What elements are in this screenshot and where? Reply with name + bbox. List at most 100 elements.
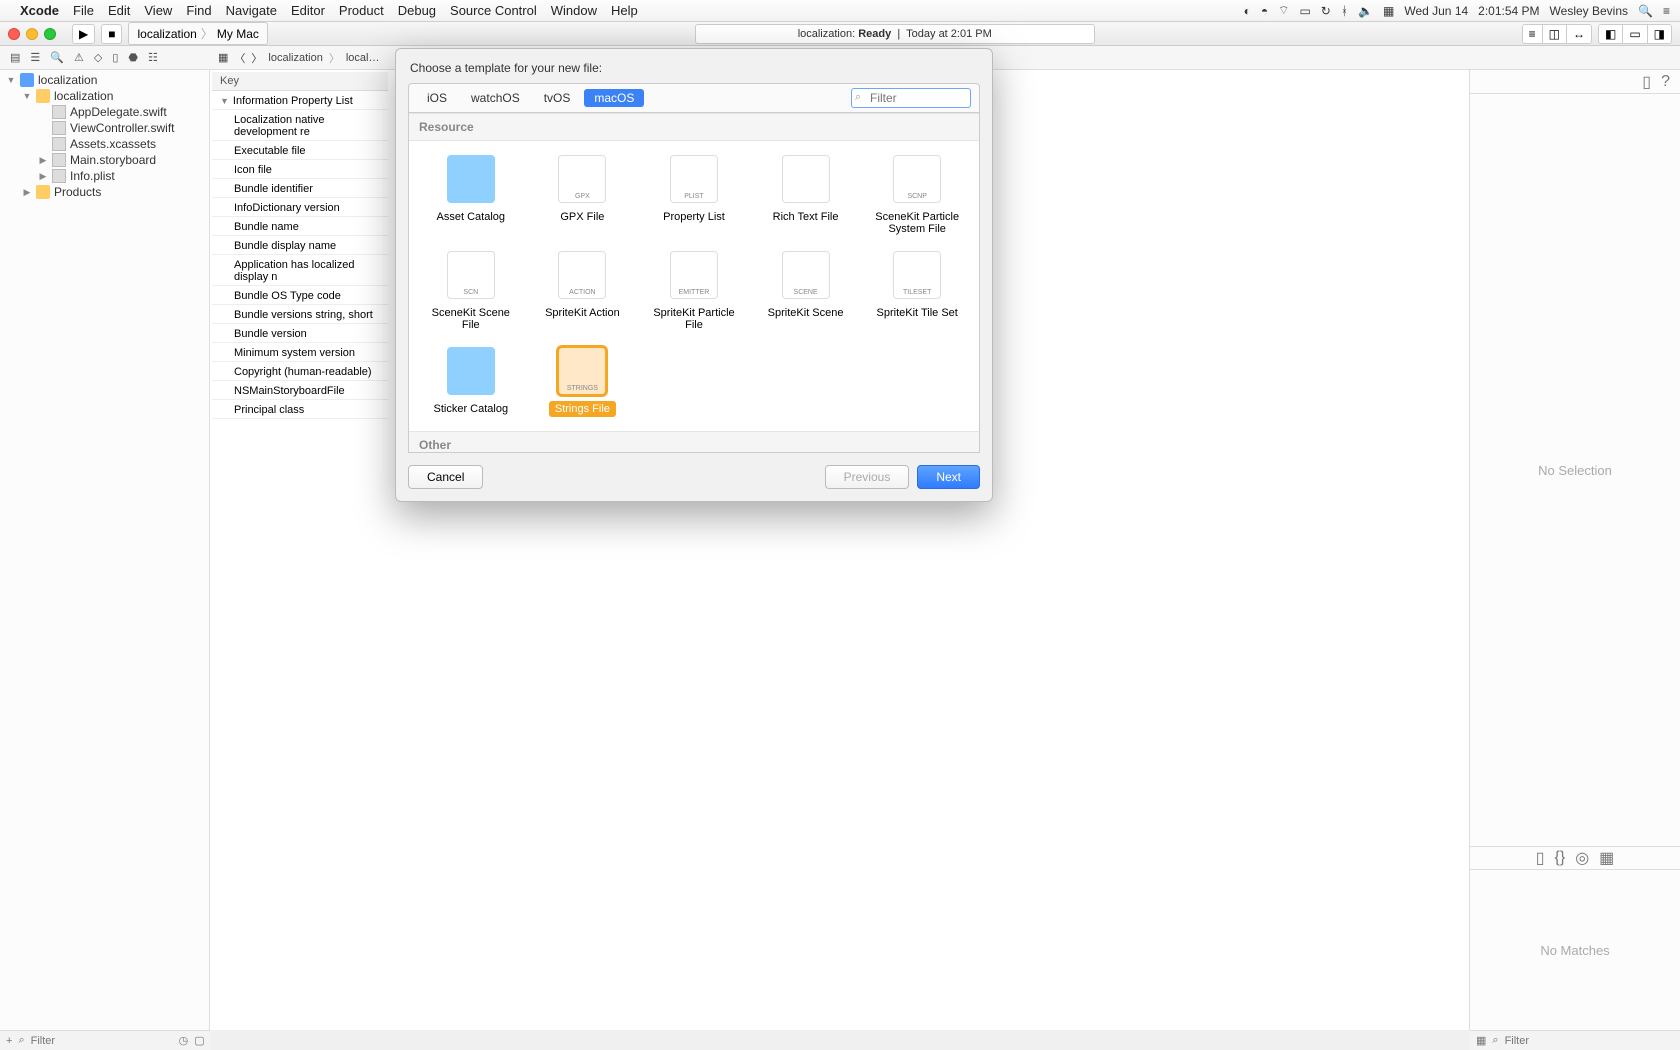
panel-toggle-segmented[interactable]: ◧▭◨ bbox=[1598, 24, 1672, 44]
menu-navigate[interactable]: Navigate bbox=[226, 3, 277, 18]
menubar-time[interactable]: 2:01:54 PM bbox=[1478, 4, 1539, 18]
plist-row[interactable]: Bundle version bbox=[212, 326, 388, 343]
editor-jump-bar[interactable]: ▦ 〈 〉 localization 〉 local… bbox=[210, 50, 379, 66]
crumb-1[interactable]: local… bbox=[346, 52, 380, 64]
menu-edit[interactable]: Edit bbox=[108, 3, 130, 18]
library-code-icon[interactable]: {} bbox=[1555, 849, 1566, 867]
template-tile[interactable]: SCNPSceneKit Particle System File bbox=[861, 151, 973, 241]
plist-row[interactable]: Copyright (human-readable) bbox=[212, 364, 388, 381]
sidebar-item[interactable]: ▶Main.storyboard bbox=[0, 152, 209, 168]
menu-find[interactable]: Find bbox=[186, 3, 211, 18]
cancel-button[interactable]: Cancel bbox=[408, 465, 483, 489]
screens-icon[interactable]: ▭ bbox=[1299, 4, 1310, 18]
file-inspector-icon[interactable]: ▯ bbox=[1642, 72, 1651, 92]
app-name[interactable]: Xcode bbox=[20, 3, 59, 18]
template-tile[interactable]: PLISTProperty List bbox=[638, 151, 750, 241]
library-filter-input[interactable] bbox=[1505, 1035, 1674, 1047]
run-button[interactable]: ▶ bbox=[72, 24, 95, 44]
menu-window[interactable]: Window bbox=[551, 3, 597, 18]
plist-root[interactable]: Information Property List bbox=[233, 95, 353, 107]
platform-tab-ios[interactable]: iOS bbox=[417, 89, 457, 107]
timemachine-icon[interactable]: ↻ bbox=[1321, 4, 1331, 18]
template-tile[interactable]: Sticker Catalog bbox=[415, 343, 527, 421]
sidebar-item[interactable]: ▼localization bbox=[0, 88, 209, 104]
template-tile[interactable]: ACTIONSpriteKit Action bbox=[527, 247, 639, 337]
input-icon[interactable]: ▦ bbox=[1383, 4, 1394, 18]
editor-mode-segmented[interactable]: ≡◫↔ bbox=[1522, 24, 1592, 44]
sidebar-item[interactable]: ▼localization bbox=[0, 72, 209, 88]
plist-row[interactable]: Executable file bbox=[212, 143, 388, 160]
plist-row[interactable]: Localization native development re bbox=[212, 112, 388, 141]
spotlight-icon[interactable]: 🔍 bbox=[1638, 4, 1653, 18]
crumb-0[interactable]: localization bbox=[268, 52, 322, 64]
template-tile[interactable]: TILESETSpriteKit Tile Set bbox=[861, 247, 973, 337]
symbol-nav-icon[interactable]: ☰ bbox=[30, 51, 40, 64]
menu-view[interactable]: View bbox=[144, 3, 172, 18]
menubar-user[interactable]: Wesley Bevins bbox=[1550, 4, 1628, 18]
breakpoint-nav-icon[interactable]: ⬣ bbox=[128, 51, 138, 64]
minimize-window-button[interactable] bbox=[26, 28, 38, 40]
sidebar-item[interactable]: ▶Products bbox=[0, 184, 209, 200]
menu-product[interactable]: Product bbox=[339, 3, 384, 18]
close-window-button[interactable] bbox=[8, 28, 20, 40]
plist-row[interactable]: Bundle versions string, short bbox=[212, 307, 388, 324]
find-nav-icon[interactable]: 🔍 bbox=[50, 51, 64, 64]
plist-row[interactable]: Bundle name bbox=[212, 219, 388, 236]
platform-tab-macos[interactable]: macOS bbox=[584, 89, 644, 107]
sidebar-item[interactable]: Assets.xcassets bbox=[0, 136, 209, 152]
plist-row[interactable]: Icon file bbox=[212, 162, 388, 179]
recent-icon[interactable]: ◷ bbox=[179, 1034, 189, 1047]
plist-row[interactable]: NSMainStoryboardFile bbox=[212, 383, 388, 400]
plist-row[interactable]: Minimum system version bbox=[212, 345, 388, 362]
menu-help[interactable]: Help bbox=[611, 3, 638, 18]
template-tile[interactable]: SCENESpriteKit Scene bbox=[750, 247, 862, 337]
plist-row[interactable]: Principal class bbox=[212, 402, 388, 419]
add-button[interactable]: + bbox=[6, 1035, 12, 1047]
template-filter-input[interactable] bbox=[851, 88, 971, 108]
project-nav-icon[interactable]: ▤ bbox=[10, 51, 20, 64]
plist-row[interactable]: Bundle display name bbox=[212, 238, 388, 255]
template-tile[interactable]: GPXGPX File bbox=[527, 151, 639, 241]
stop-button[interactable]: ■ bbox=[101, 24, 122, 44]
test-nav-icon[interactable]: ◇ bbox=[94, 51, 102, 64]
library-object-icon[interactable]: ◎ bbox=[1575, 848, 1589, 868]
template-tile[interactable]: EMITTERSpriteKit Particle File bbox=[638, 247, 750, 337]
sidebar-item[interactable]: ViewController.swift bbox=[0, 120, 209, 136]
plist-row[interactable]: Bundle OS Type code bbox=[212, 288, 388, 305]
debug-nav-icon[interactable]: ▯ bbox=[112, 51, 118, 64]
bluetooth-icon[interactable]: ᚼ bbox=[1341, 4, 1348, 18]
report-nav-icon[interactable]: ☷ bbox=[148, 51, 158, 64]
scm-icon[interactable]: ▢ bbox=[194, 1034, 204, 1047]
platform-tab-watchos[interactable]: watchOS bbox=[461, 89, 530, 107]
volume-icon[interactable]: 🔈 bbox=[1358, 4, 1373, 18]
next-button[interactable]: Next bbox=[917, 465, 980, 489]
menu-editor[interactable]: Editor bbox=[291, 3, 325, 18]
back-button[interactable]: 〈 bbox=[234, 50, 245, 66]
wifi-icon[interactable]: ⌔ bbox=[1278, 3, 1289, 18]
menu-file[interactable]: File bbox=[73, 3, 94, 18]
status-icon[interactable]: ◓ bbox=[1261, 4, 1268, 18]
sidebar-item[interactable]: AppDelegate.swift bbox=[0, 104, 209, 120]
status-icon[interactable]: ◐ bbox=[1244, 4, 1251, 18]
template-tile[interactable]: STRINGSStrings File bbox=[527, 343, 639, 421]
forward-button[interactable]: 〉 bbox=[251, 50, 262, 66]
plist-row[interactable]: InfoDictionary version bbox=[212, 200, 388, 217]
library-file-icon[interactable]: ▯ bbox=[1536, 848, 1545, 868]
scheme-selector[interactable]: localization 〉 My Mac bbox=[128, 22, 267, 45]
grid-icon[interactable]: ▦ bbox=[1476, 1034, 1486, 1047]
sidebar-item[interactable]: ▶Info.plist bbox=[0, 168, 209, 184]
platform-tab-tvos[interactable]: tvOS bbox=[534, 89, 581, 107]
template-tile[interactable]: SCNSceneKit Scene File bbox=[415, 247, 527, 337]
template-tile[interactable]: Asset Catalog bbox=[415, 151, 527, 241]
related-items-icon[interactable]: ▦ bbox=[218, 51, 228, 64]
template-tile[interactable]: Rich Text File bbox=[750, 151, 862, 241]
menubar-date[interactable]: Wed Jun 14 bbox=[1404, 4, 1468, 18]
menu-source-control[interactable]: Source Control bbox=[450, 3, 537, 18]
navigator-filter-input[interactable] bbox=[31, 1035, 173, 1047]
library-media-icon[interactable]: ▦ bbox=[1599, 848, 1614, 868]
previous-button[interactable]: Previous bbox=[825, 465, 910, 489]
quick-help-icon[interactable]: ? bbox=[1661, 73, 1670, 91]
zoom-window-button[interactable] bbox=[44, 28, 56, 40]
list-icon[interactable]: ≡ bbox=[1663, 4, 1670, 18]
issue-nav-icon[interactable]: ⚠ bbox=[74, 51, 84, 64]
